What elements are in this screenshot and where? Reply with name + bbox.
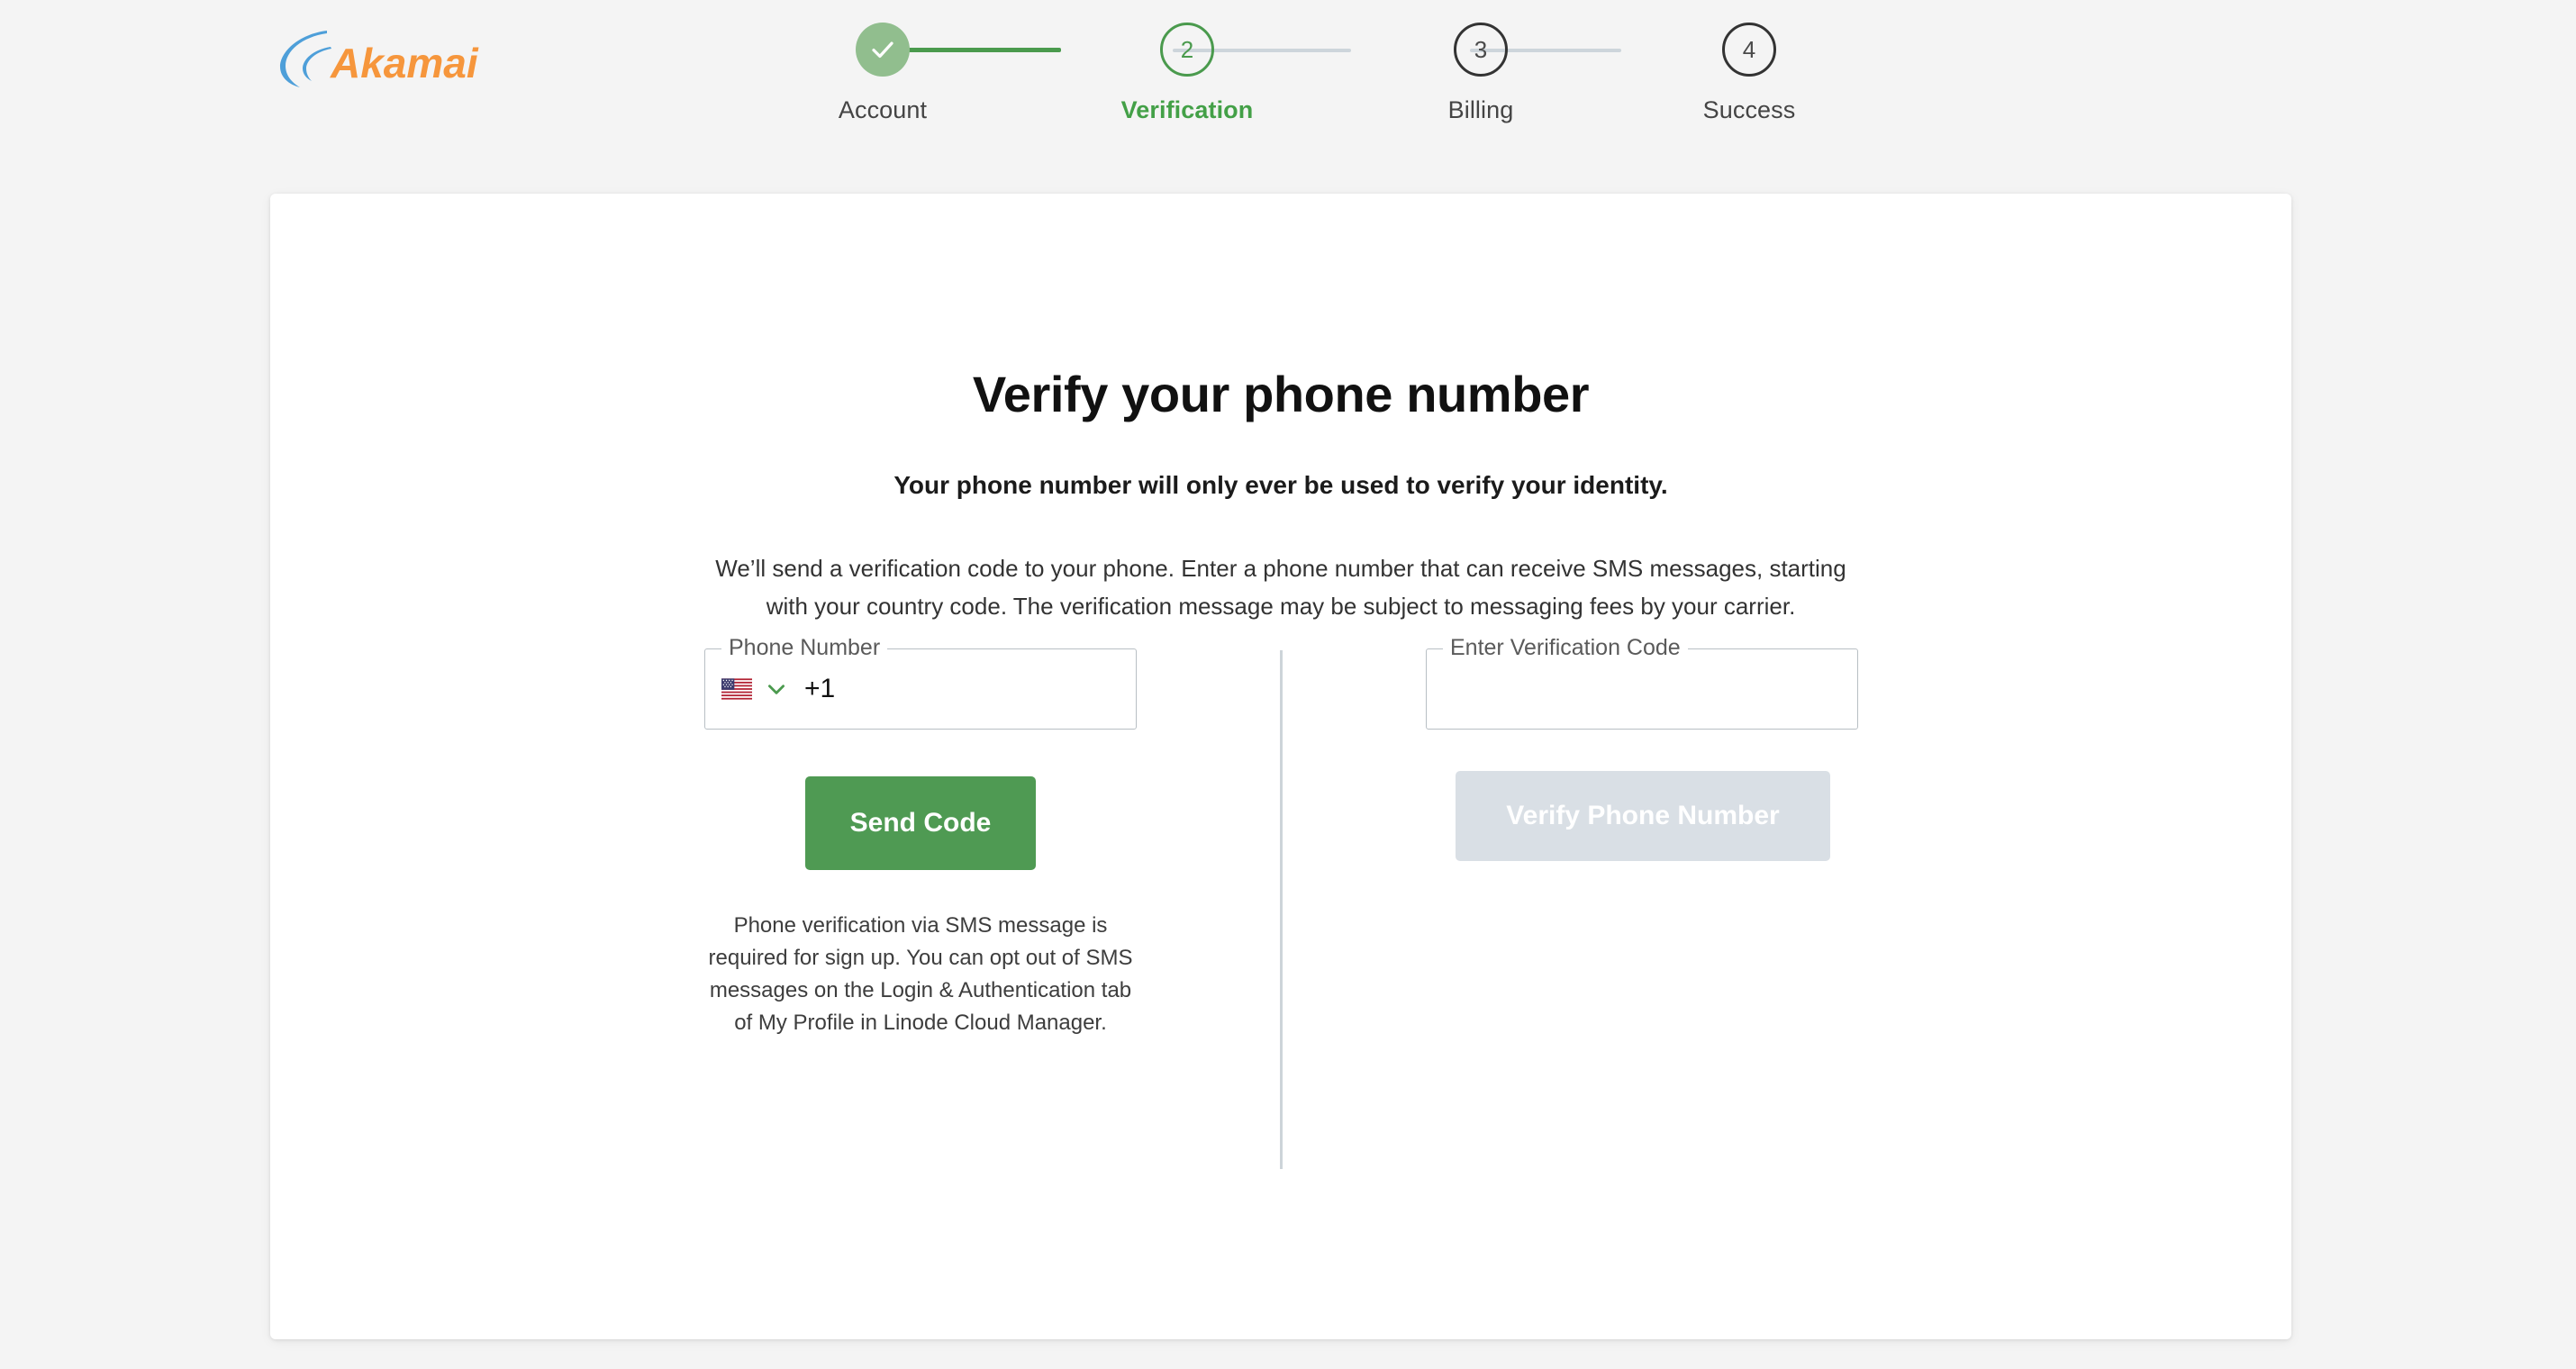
step-circle-verification: 2: [1160, 23, 1214, 77]
step-number: 4: [1742, 36, 1756, 63]
step-number: 3: [1474, 36, 1488, 63]
stepper-step-success[interactable]: 4 Success: [1650, 23, 1848, 124]
page-header: Akamai Account 2 Verification 3 Billing …: [0, 0, 2576, 180]
step-label-verification: Verification: [1120, 96, 1254, 123]
step-number: 2: [1180, 36, 1194, 63]
page-title: Verify your phone number: [972, 366, 1590, 422]
stepper-step-account[interactable]: Account: [784, 23, 982, 124]
verification-code-input[interactable]: [1443, 649, 1841, 729]
phone-number-input[interactable]: [835, 649, 1120, 729]
svg-text:Akamai: Akamai: [330, 40, 479, 86]
step-circle-billing: 3: [1454, 23, 1508, 77]
verification-code-column: Enter Verification Code Verify Phone Num…: [1426, 634, 1858, 861]
phone-number-field[interactable]: Phone Number +1: [704, 634, 1137, 730]
send-code-button[interactable]: Send Code: [805, 776, 1036, 870]
verification-card: Verify your phone number Your phone numb…: [270, 194, 2291, 1339]
check-icon: [869, 36, 896, 63]
verify-phone-number-button[interactable]: Verify Phone Number: [1456, 771, 1830, 861]
sms-helper-text: Phone verification via SMS message is re…: [708, 913, 1133, 1035]
verification-code-field[interactable]: Enter Verification Code: [1426, 634, 1858, 730]
chevron-down-icon[interactable]: [765, 677, 788, 701]
country-dial-code: +1: [804, 674, 836, 703]
step-label-success: Success: [1702, 96, 1796, 123]
akamai-logo: Akamai: [275, 25, 491, 90]
form-columns: Phone Number +1 Send Code Phone verifica…: [270, 634, 2291, 1207]
stepper-step-verification[interactable]: 2 Verification: [1088, 23, 1286, 124]
signup-stepper: Account 2 Verification 3 Billing 4 Succe…: [784, 23, 1795, 158]
step-label-account: Account: [838, 96, 928, 123]
step-label-billing: Billing: [1447, 96, 1514, 123]
step-circle-success: 4: [1722, 23, 1776, 77]
us-flag-icon: [721, 678, 752, 700]
stepper-step-billing[interactable]: 3 Billing: [1382, 23, 1580, 124]
page-subtitle: Your phone number will only ever be used…: [893, 471, 1668, 499]
signup-page: Akamai Account 2 Verification 3 Billing …: [0, 0, 2576, 1369]
phone-number-column: Phone Number +1 Send Code Phone verifica…: [704, 634, 1137, 1035]
column-divider: [1280, 650, 1283, 1169]
page-description: We’ll send a verification code to your p…: [715, 555, 1846, 620]
step-circle-account: [856, 23, 910, 77]
